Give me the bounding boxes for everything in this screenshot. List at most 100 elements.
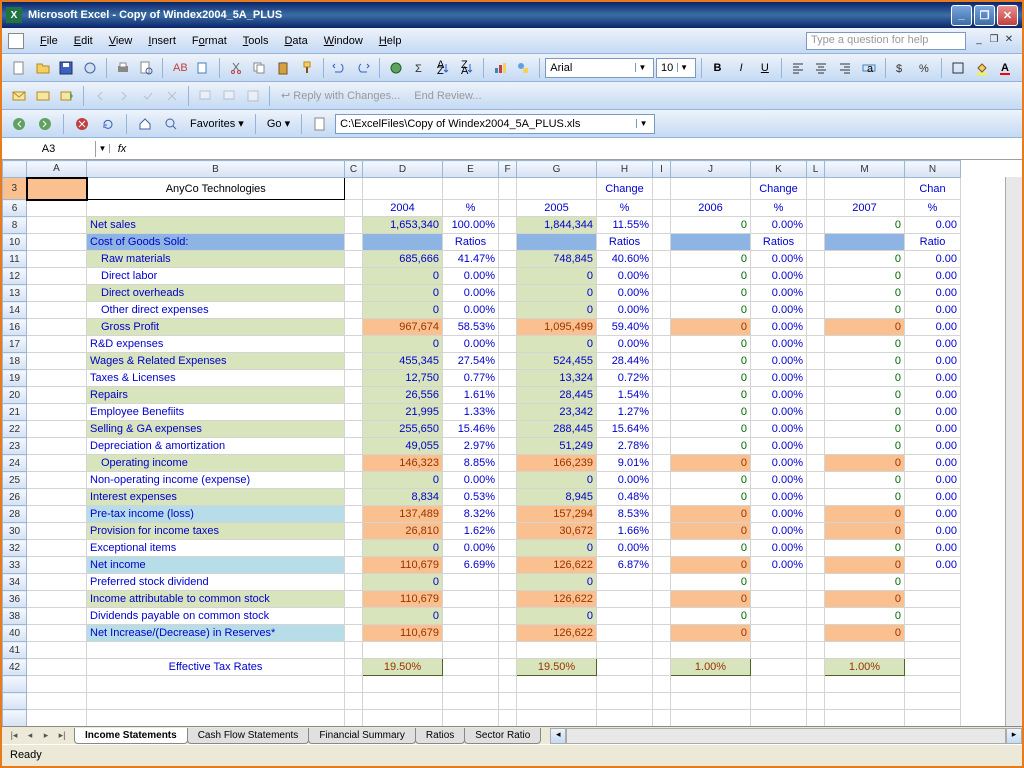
copy-button[interactable] — [248, 57, 270, 79]
cell[interactable] — [807, 472, 825, 489]
cell[interactable] — [363, 676, 443, 693]
cell[interactable] — [499, 574, 517, 591]
col-header-G[interactable]: G — [517, 161, 597, 178]
sga-label[interactable]: Selling & GA expenses — [87, 421, 345, 438]
menu-tools[interactable]: Tools — [235, 32, 277, 50]
cell[interactable]: 0.00% — [751, 336, 807, 353]
name-box[interactable]: A3 — [2, 141, 96, 157]
cell[interactable] — [345, 625, 363, 642]
rnd-2006[interactable]: 0 — [671, 336, 751, 353]
permission-button[interactable] — [79, 57, 101, 79]
rnd-2004[interactable]: 0 — [363, 336, 443, 353]
cell[interactable]: 0 — [825, 557, 905, 574]
cell[interactable]: 0 — [825, 319, 905, 336]
cell[interactable] — [27, 200, 87, 217]
col-header-M[interactable]: M — [825, 161, 905, 178]
review-comment2-button[interactable] — [218, 85, 240, 107]
cell[interactable]: 0.00% — [751, 421, 807, 438]
cell[interactable]: 0 — [825, 625, 905, 642]
cell[interactable]: 146,323 — [363, 455, 443, 472]
cell[interactable] — [653, 506, 671, 523]
review-reject-button[interactable] — [161, 85, 183, 107]
menu-data[interactable]: Data — [276, 32, 315, 50]
cell[interactable] — [653, 574, 671, 591]
wages-2006[interactable]: 0 — [671, 353, 751, 370]
cell[interactable]: 27.54% — [443, 353, 499, 370]
cell[interactable]: 0.53% — [443, 489, 499, 506]
mail-recipient-button[interactable] — [32, 85, 54, 107]
cell[interactable] — [807, 625, 825, 642]
cell[interactable] — [345, 353, 363, 370]
cell[interactable] — [653, 608, 671, 625]
cell[interactable] — [345, 472, 363, 489]
netsales-2004[interactable]: 1,653,340 — [363, 217, 443, 234]
cell[interactable]: 0 — [671, 506, 751, 523]
row-header-[interactable] — [3, 693, 27, 710]
cell[interactable] — [499, 268, 517, 285]
print-preview-button[interactable] — [136, 57, 158, 79]
cell[interactable]: 0.00% — [597, 540, 653, 557]
cell[interactable] — [807, 285, 825, 302]
netsales-2006[interactable]: 0 — [671, 217, 751, 234]
cell[interactable] — [443, 591, 499, 608]
cell[interactable] — [87, 710, 345, 727]
efftax-label[interactable]: Effective Tax Rates — [87, 659, 345, 676]
dlabor-2004[interactable]: 0 — [363, 268, 443, 285]
cell[interactable] — [87, 200, 345, 217]
cell[interactable] — [499, 353, 517, 370]
cell[interactable] — [27, 319, 87, 336]
format-painter-button[interactable] — [296, 57, 318, 79]
netsales-2007[interactable]: 0 — [825, 217, 905, 234]
empben-2006[interactable]: 0 — [671, 404, 751, 421]
nonop-2006[interactable]: 0 — [671, 472, 751, 489]
cell[interactable]: 0.00% — [751, 353, 807, 370]
row-header-19[interactable]: 19 — [3, 370, 27, 387]
cell[interactable] — [499, 540, 517, 557]
cell[interactable] — [443, 178, 499, 200]
favorites-menu[interactable]: Favorites ▾ — [186, 117, 248, 130]
pref-label[interactable]: Preferred stock dividend — [87, 574, 345, 591]
cell[interactable]: 0.00 — [905, 455, 961, 472]
drawing-button[interactable] — [513, 57, 535, 79]
company-name[interactable]: AnyCo Technologies — [87, 178, 345, 200]
cell[interactable] — [27, 455, 87, 472]
cell[interactable]: 0.00 — [905, 523, 961, 540]
cell[interactable] — [27, 540, 87, 557]
cell[interactable]: 100.00% — [443, 217, 499, 234]
close-button[interactable]: ✕ — [997, 5, 1018, 26]
chart-wizard-button[interactable] — [489, 57, 511, 79]
cell[interactable] — [517, 178, 597, 200]
cell[interactable] — [27, 557, 87, 574]
row-header-24[interactable]: 24 — [3, 455, 27, 472]
repairs-2006[interactable]: 0 — [671, 387, 751, 404]
row-header-23[interactable]: 23 — [3, 438, 27, 455]
cell[interactable] — [345, 710, 363, 727]
cell[interactable] — [345, 217, 363, 234]
cell[interactable]: 28.44% — [597, 353, 653, 370]
sort-desc-button[interactable]: ZA — [456, 57, 478, 79]
cell[interactable]: 1.61% — [443, 387, 499, 404]
cell[interactable]: 41.47% — [443, 251, 499, 268]
cell[interactable] — [653, 489, 671, 506]
cell[interactable] — [517, 676, 597, 693]
cell[interactable] — [807, 234, 825, 251]
cell[interactable] — [653, 200, 671, 217]
cell[interactable] — [751, 676, 807, 693]
nav-forward-button[interactable] — [34, 113, 56, 135]
cell[interactable] — [499, 217, 517, 234]
sheet-tab-financial-summary[interactable]: Financial Summary — [308, 728, 416, 744]
taxes-2004[interactable]: 12,750 — [363, 370, 443, 387]
cell[interactable] — [345, 387, 363, 404]
cell[interactable]: 0.00% — [751, 455, 807, 472]
cell[interactable] — [499, 710, 517, 727]
cell[interactable] — [27, 217, 87, 234]
repairs-label[interactable]: Repairs — [87, 387, 345, 404]
row-header-18[interactable]: 18 — [3, 353, 27, 370]
tab-first-button[interactable]: |◂ — [6, 730, 22, 741]
cell[interactable] — [807, 574, 825, 591]
cell[interactable]: 0.00% — [751, 472, 807, 489]
cell[interactable]: Ratios — [751, 234, 807, 251]
repairs-2007[interactable]: 0 — [825, 387, 905, 404]
dlabor-label[interactable]: Direct labor — [87, 268, 345, 285]
merge-center-button[interactable]: a — [858, 57, 880, 79]
